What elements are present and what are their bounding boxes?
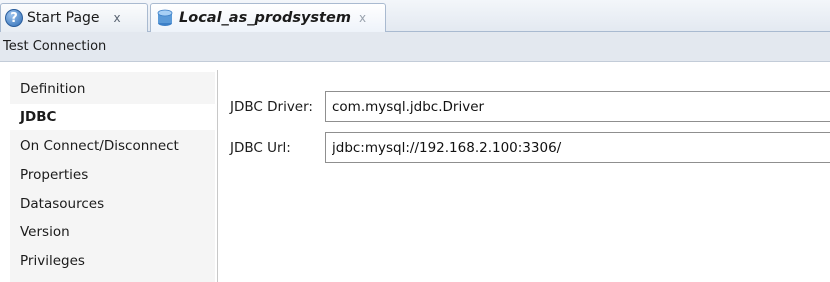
database-icon xyxy=(157,9,173,26)
nav-item-properties[interactable]: Properties xyxy=(10,162,215,188)
nav-item-jdbc[interactable]: JDBC xyxy=(10,104,215,130)
test-connection-button[interactable]: Test Connection xyxy=(2,37,107,56)
jdbc-driver-label: JDBC Driver: xyxy=(230,99,313,115)
nav-item-version[interactable]: Version xyxy=(10,219,215,245)
tab-start-page[interactable]: ? Start Page x xyxy=(0,3,148,32)
editor-toolbar: Test Connection xyxy=(0,32,830,62)
nav-item-datasources[interactable]: Datasources xyxy=(10,191,215,217)
editor-tab-strip: ? Start Page x Local_as_prodsystem x xyxy=(0,0,830,32)
close-icon[interactable]: x xyxy=(114,11,121,25)
jdbc-url-field[interactable] xyxy=(325,132,830,163)
tab-local-as-prodsystem-label: Local_as_prodsystem xyxy=(179,10,351,26)
jdbc-driver-field[interactable] xyxy=(325,91,830,122)
nav-item-on-connect-disconnect[interactable]: On Connect/Disconnect xyxy=(10,133,215,159)
tab-local-as-prodsystem[interactable]: Local_as_prodsystem x xyxy=(150,3,386,32)
nav-item-privileges[interactable]: Privileges xyxy=(10,248,215,274)
tab-start-page-label: Start Page xyxy=(27,10,100,26)
nav-item-definition[interactable]: Definition xyxy=(10,76,215,102)
close-icon[interactable]: x xyxy=(359,11,366,25)
help-icon: ? xyxy=(5,9,23,27)
panel-divider xyxy=(217,70,218,282)
jdbc-url-label: JDBC Url: xyxy=(230,140,291,156)
connection-nav: Definition JDBC On Connect/Disconnect Pr… xyxy=(10,72,215,282)
